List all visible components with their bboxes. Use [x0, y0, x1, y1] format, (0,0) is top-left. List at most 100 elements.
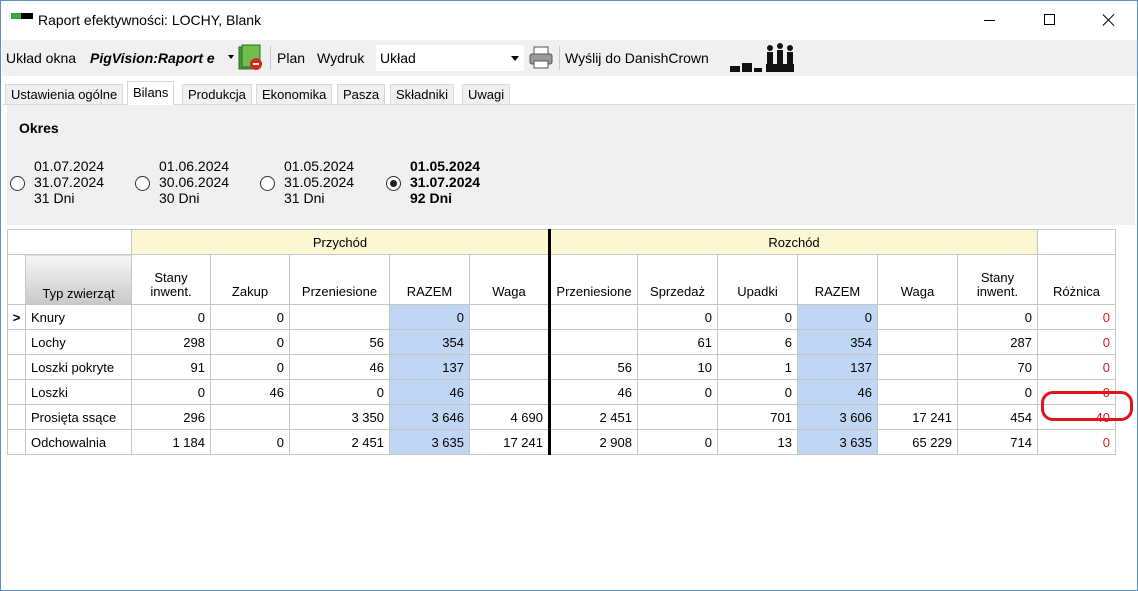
outcome-cell[interactable]: 714 — [957, 429, 1038, 455]
table-row[interactable]: Lochy 298 0 56 354 61 6 354 287 0 — [7, 329, 1116, 355]
outcome-cell[interactable]: 701 — [717, 404, 798, 430]
outcome-cell[interactable]: 46 — [548, 379, 638, 405]
outcome-cell[interactable]: 354 — [797, 329, 878, 355]
income-cell[interactable]: 296 — [131, 404, 211, 430]
outcome-cell[interactable]: 70 — [957, 354, 1038, 380]
column-header-typ[interactable]: Typ zwierząt — [25, 254, 132, 305]
row-selector[interactable]: > — [7, 304, 26, 330]
difference-cell[interactable]: 0 — [1037, 304, 1116, 330]
income-cell[interactable]: 91 — [131, 354, 211, 380]
income-cell[interactable]: 0 — [131, 379, 211, 405]
outcome-cell[interactable]: 56 — [548, 354, 638, 380]
outcome-cell[interactable]: 3 606 — [797, 404, 878, 430]
column-header-outcome[interactable]: Przeniesione — [548, 254, 638, 305]
income-cell[interactable]: 0 — [289, 379, 390, 405]
row-selector[interactable] — [7, 429, 26, 455]
income-cell[interactable] — [469, 379, 550, 405]
table-row[interactable]: Odchowalnia 1 184 0 2 451 3 635 17 241 2 908 0 1… — [7, 429, 1116, 455]
period-2[interactable]: 01.06.2024 30.06.2024 30 Dni — [159, 158, 229, 206]
row-selector[interactable] — [7, 404, 26, 430]
outcome-cell[interactable]: 17 241 — [877, 404, 958, 430]
difference-cell[interactable]: 0 — [1037, 429, 1116, 455]
outcome-cell[interactable]: 0 — [637, 304, 718, 330]
difference-cell[interactable]: 0 — [1037, 329, 1116, 355]
layout-combo[interactable]: Układ — [376, 45, 524, 71]
column-header-income[interactable]: Przeniesione — [289, 254, 390, 305]
column-header-outcome[interactable]: Stany inwent. — [957, 254, 1038, 305]
income-cell[interactable] — [469, 304, 550, 330]
income-cell[interactable]: 46 — [389, 379, 470, 405]
outcome-cell[interactable]: 0 — [637, 379, 718, 405]
income-cell[interactable]: 1 184 — [131, 429, 211, 455]
income-cell[interactable]: 3 646 — [389, 404, 470, 430]
outcome-cell[interactable] — [877, 329, 958, 355]
period-4[interactable]: 01.05.2024 31.07.2024 92 Dni — [410, 158, 480, 206]
outcome-cell[interactable]: 10 — [637, 354, 718, 380]
table-row[interactable]: > Knury 0 0 0 0 0 0 0 0 — [7, 304, 1116, 330]
select-all-corner[interactable] — [7, 254, 26, 305]
plan-button[interactable]: Plan — [277, 50, 305, 66]
income-cell[interactable] — [210, 404, 290, 430]
income-cell[interactable]: 0 — [210, 354, 290, 380]
period-radio-2[interactable] — [135, 176, 150, 191]
income-cell[interactable]: 137 — [389, 354, 470, 380]
period-1[interactable]: 01.07.2024 31.07.2024 31 Dni — [34, 158, 104, 206]
income-cell[interactable]: 354 — [389, 329, 470, 355]
period-radio-1[interactable] — [10, 176, 25, 191]
income-cell[interactable]: 4 690 — [469, 404, 550, 430]
minimize-button[interactable] — [966, 1, 1012, 39]
column-header-outcome[interactable]: Waga — [877, 254, 958, 305]
income-cell[interactable]: 298 — [131, 329, 211, 355]
income-cell[interactable]: 2 451 — [289, 429, 390, 455]
income-cell[interactable]: 46 — [210, 379, 290, 405]
tab-skladniki[interactable]: Składniki — [390, 84, 455, 105]
period-radio-4[interactable] — [386, 176, 401, 191]
income-cell[interactable] — [469, 354, 550, 380]
column-header-income[interactable]: Waga — [469, 254, 550, 305]
row-selector[interactable] — [7, 329, 26, 355]
tab-produkcja[interactable]: Produkcja — [182, 84, 252, 105]
column-header-income[interactable]: RAZEM — [389, 254, 470, 305]
outcome-cell[interactable]: 61 — [637, 329, 718, 355]
outcome-cell[interactable]: 137 — [797, 354, 878, 380]
print-button[interactable]: Wydruk — [317, 50, 364, 66]
outcome-cell[interactable]: 0 — [717, 304, 798, 330]
period-3[interactable]: 01.05.2024 31.05.2024 31 Dni — [284, 158, 354, 206]
income-cell[interactable]: 0 — [131, 304, 211, 330]
maximize-button[interactable] — [1026, 1, 1072, 39]
income-cell[interactable]: 0 — [389, 304, 470, 330]
column-header-income[interactable]: Zakup — [210, 254, 290, 305]
outcome-cell[interactable]: 0 — [957, 379, 1038, 405]
income-cell[interactable]: 17 241 — [469, 429, 550, 455]
tab-pasza[interactable]: Pasza — [337, 84, 386, 105]
income-cell[interactable]: 3 635 — [389, 429, 470, 455]
layout-selector[interactable]: PigVision:Raport e — [90, 50, 215, 66]
outcome-cell[interactable]: 454 — [957, 404, 1038, 430]
income-cell[interactable] — [469, 329, 550, 355]
tab-ekonomika[interactable]: Ekonomika — [256, 84, 333, 105]
table-row[interactable]: Prosięta ssące 296 3 350 3 646 4 690 2 451 701… — [7, 404, 1116, 430]
tab-bilans[interactable]: Bilans — [127, 81, 175, 105]
column-header-income[interactable]: Stany inwent. — [131, 254, 211, 305]
income-cell[interactable]: 0 — [210, 429, 290, 455]
row-selector[interactable] — [7, 354, 26, 380]
table-row[interactable]: Loszki 0 46 0 46 46 0 0 46 0 0 — [7, 379, 1116, 405]
outcome-cell[interactable]: 0 — [717, 379, 798, 405]
outcome-cell[interactable]: 2 451 — [548, 404, 638, 430]
outcome-cell[interactable] — [637, 404, 718, 430]
difference-cell[interactable]: 0 — [1037, 354, 1116, 380]
income-cell[interactable] — [289, 304, 390, 330]
column-header-outcome[interactable]: Upadki — [717, 254, 798, 305]
income-cell[interactable]: 3 350 — [289, 404, 390, 430]
outcome-cell[interactable]: 65 229 — [877, 429, 958, 455]
outcome-cell[interactable] — [877, 379, 958, 405]
column-header-diff[interactable]: Różnica — [1037, 254, 1116, 305]
outcome-cell[interactable]: 287 — [957, 329, 1038, 355]
income-cell[interactable]: 46 — [289, 354, 390, 380]
pigvision-icon[interactable] — [238, 44, 264, 72]
outcome-cell[interactable] — [877, 354, 958, 380]
row-selector[interactable] — [7, 379, 26, 405]
outcome-cell[interactable] — [548, 304, 638, 330]
outcome-cell[interactable]: 0 — [637, 429, 718, 455]
column-header-outcome[interactable]: RAZEM — [797, 254, 878, 305]
